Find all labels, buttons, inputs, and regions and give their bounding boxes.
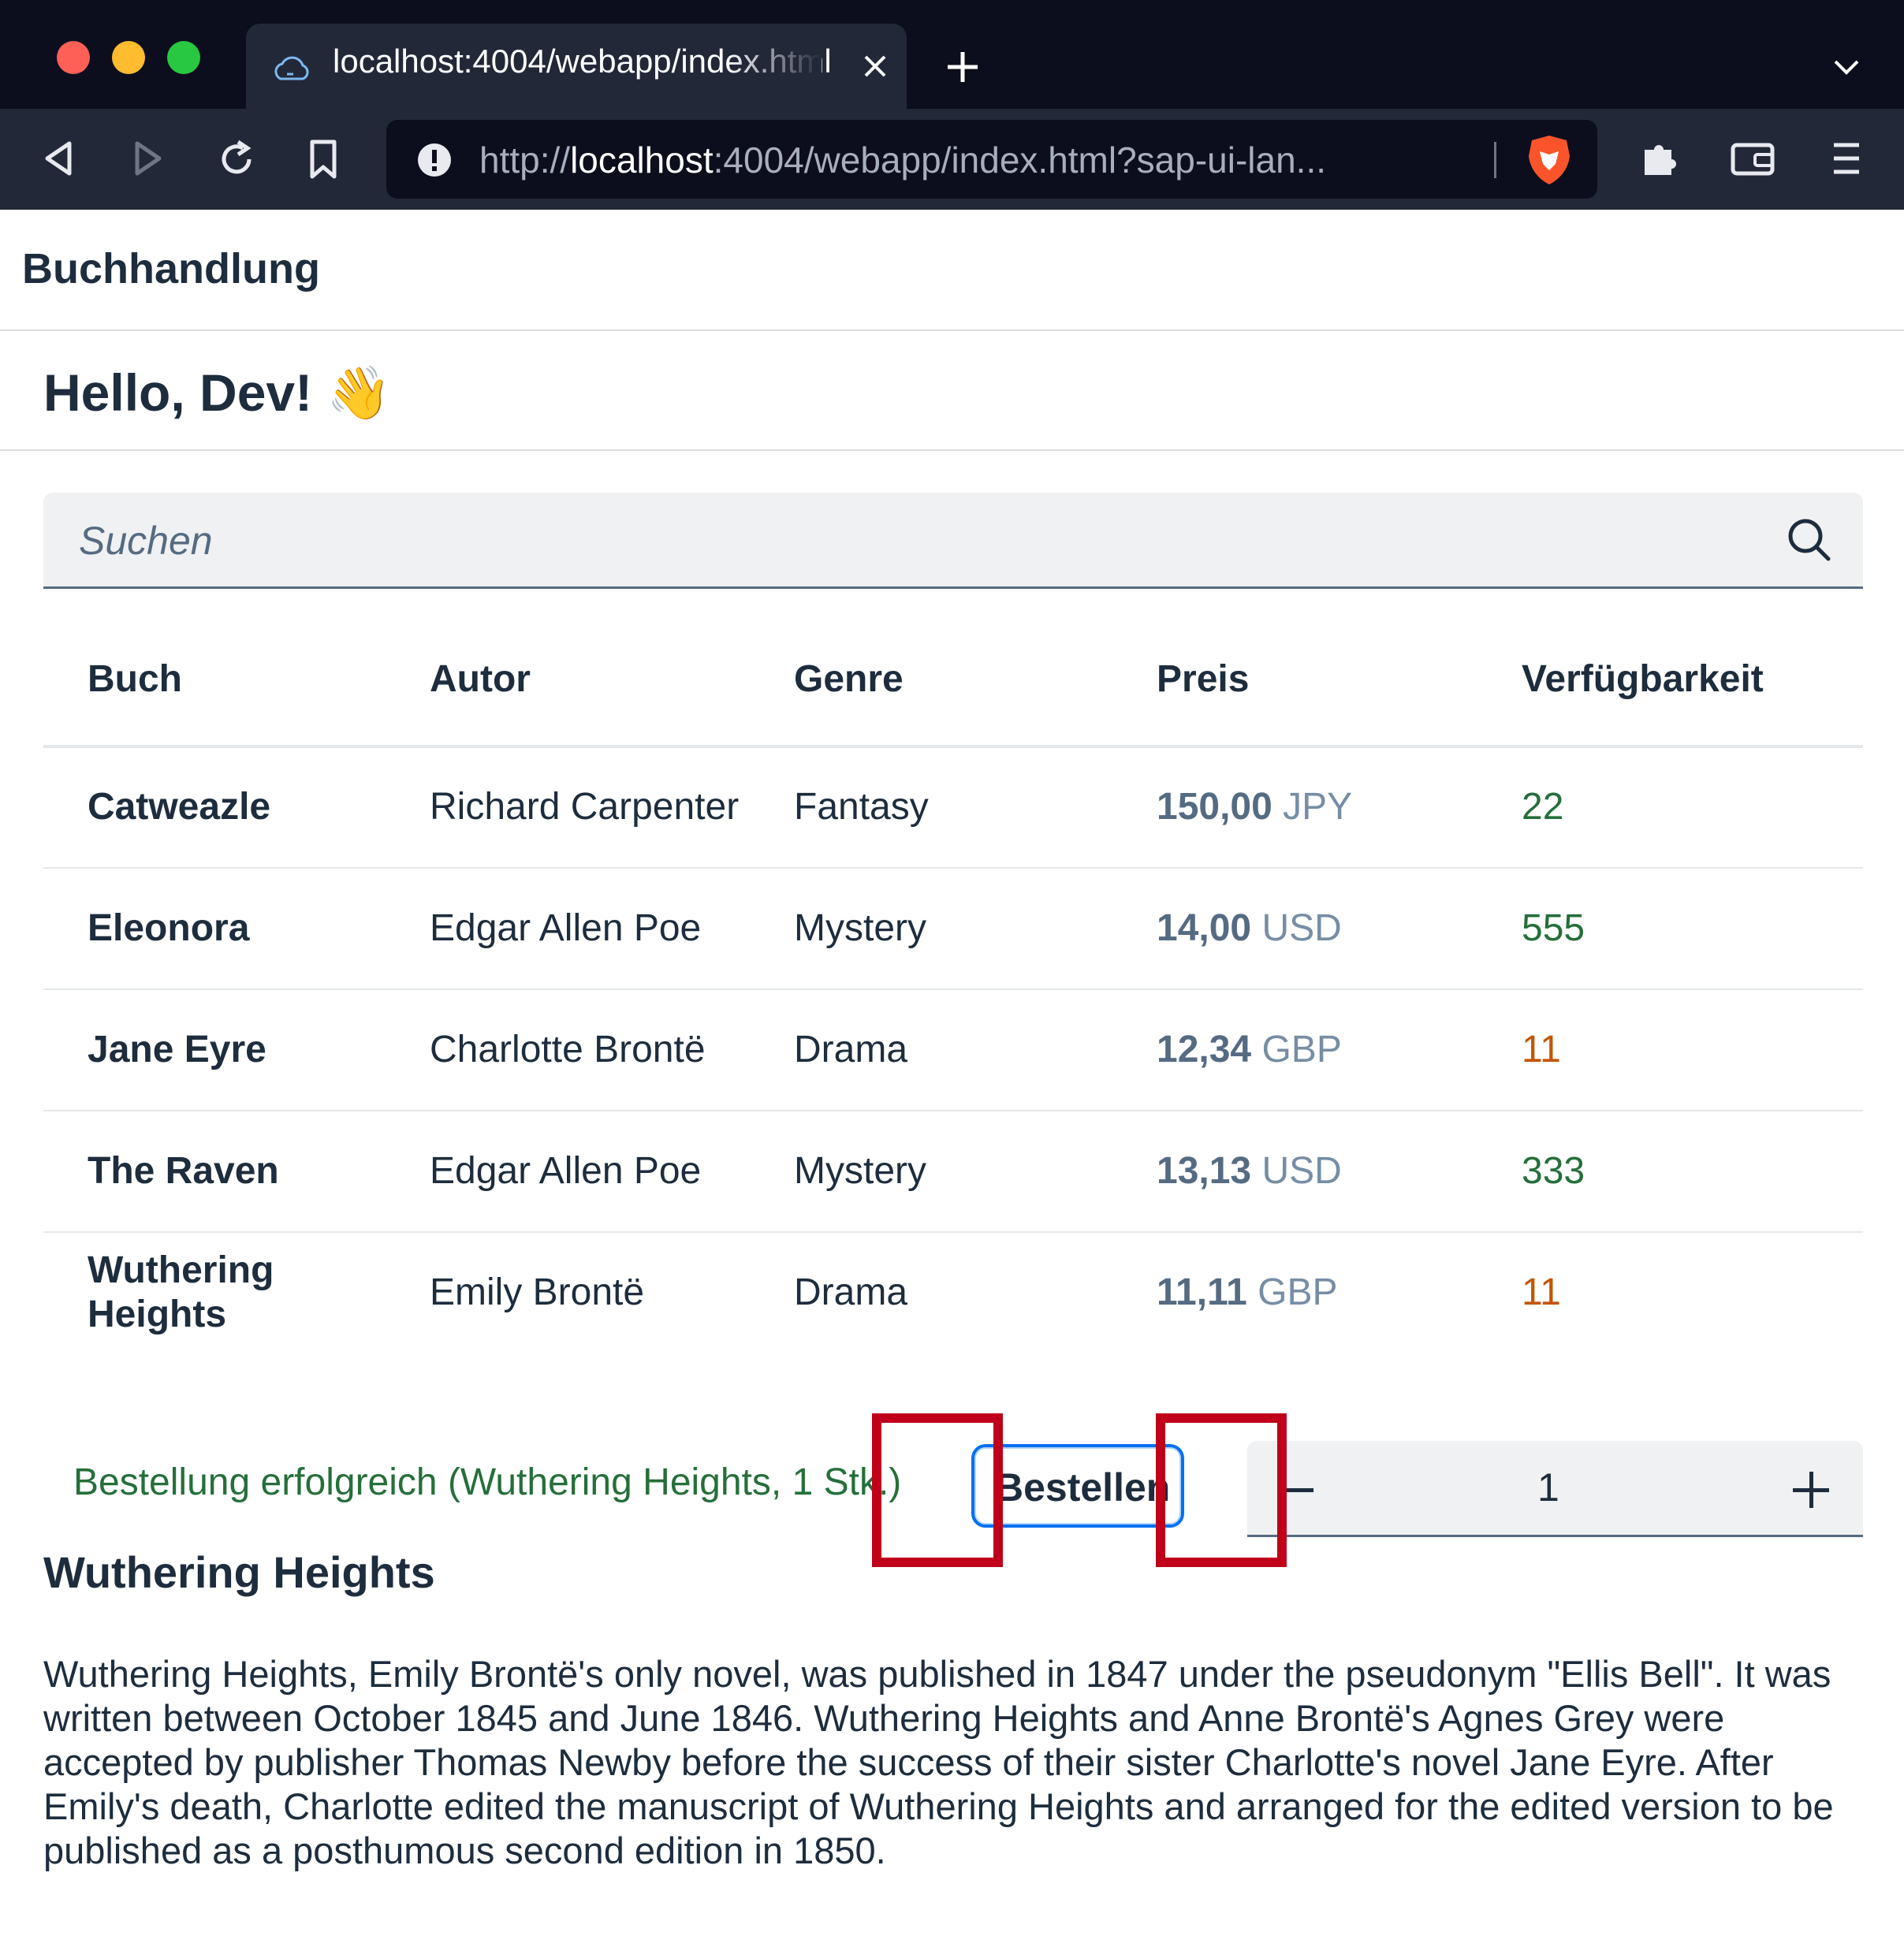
book-author: Richard Carpenter xyxy=(430,786,740,828)
book-title: Catweazle xyxy=(88,786,271,828)
highlight-box xyxy=(1156,1413,1287,1567)
book-author: Charlotte Brontë xyxy=(430,1029,706,1070)
new-tab-icon[interactable] xyxy=(945,49,981,85)
order-button[interactable]: Bestellen xyxy=(971,1444,1184,1528)
search-field[interactable]: Suchen xyxy=(43,493,1863,589)
book-price: 13,13 USD xyxy=(1157,1150,1342,1192)
reload-icon[interactable] xyxy=(214,137,259,181)
column-header-availability[interactable]: Verfügbarkeit xyxy=(1522,657,1764,701)
url-divider xyxy=(1494,142,1496,178)
book-price: 14,00 USD xyxy=(1157,907,1342,949)
book-stock: 11 xyxy=(1522,1029,1561,1070)
column-header-book[interactable]: Buch xyxy=(88,657,182,701)
wallet-icon[interactable] xyxy=(1730,139,1775,178)
book-price: 11,11 GBP xyxy=(1157,1271,1338,1313)
page-title: Hello, Dev! 👋 xyxy=(43,363,392,422)
book-price: 12,34 GBP xyxy=(1157,1029,1342,1070)
book-stock: 22 xyxy=(1522,786,1564,828)
search-icon[interactable] xyxy=(1786,516,1833,564)
browser-window: localhost:4004/webapp/index.html http://… xyxy=(0,0,1904,1947)
maximize-window-button[interactable] xyxy=(167,41,200,74)
app-title: Buchhandlung xyxy=(22,245,320,292)
column-header-genre[interactable]: Genre xyxy=(794,657,904,701)
quantity-value[interactable]: 1 xyxy=(1537,1465,1559,1510)
book-author: Edgar Allen Poe xyxy=(430,1150,702,1192)
table-row[interactable]: The Raven Edgar Allen Poe Mystery 13,13 … xyxy=(43,1111,1863,1233)
search-placeholder: Suchen xyxy=(79,519,213,563)
book-stock: 555 xyxy=(1522,907,1585,949)
book-author: Edgar Allen Poe xyxy=(430,907,702,949)
url-text[interactable]: http://localhost:4004/webapp/index.html?… xyxy=(479,139,1326,181)
book-stock: 333 xyxy=(1522,1150,1585,1192)
book-genre: Mystery xyxy=(794,907,926,949)
minimize-window-button[interactable] xyxy=(112,41,145,74)
cloud-icon xyxy=(274,56,309,80)
book-title: Jane Eyre xyxy=(88,1029,266,1070)
extensions-icon[interactable] xyxy=(1637,136,1681,180)
book-stock: 11 xyxy=(1522,1271,1561,1313)
browser-tab[interactable]: localhost:4004/webapp/index.html xyxy=(246,24,907,110)
header-divider xyxy=(0,449,1904,451)
decrement-icon[interactable] xyxy=(1285,1488,1313,1492)
table-row[interactable]: Catweazle Richard Carpenter Fantasy 150,… xyxy=(43,747,1863,869)
forward-icon[interactable] xyxy=(129,139,166,178)
close-tab-icon[interactable] xyxy=(861,52,889,80)
column-header-author[interactable]: Autor xyxy=(430,657,531,701)
close-window-button[interactable] xyxy=(57,41,90,74)
back-icon[interactable] xyxy=(41,139,77,178)
menu-icon[interactable] xyxy=(1831,140,1862,177)
book-price: 150,00 JPY xyxy=(1157,786,1353,828)
book-genre: Fantasy xyxy=(794,786,929,828)
address-bar[interactable]: http://localhost:4004/webapp/index.html?… xyxy=(386,120,1597,199)
book-genre: Mystery xyxy=(794,1150,926,1192)
browser-tab-bar: localhost:4004/webapp/index.html xyxy=(0,0,1904,110)
book-genre: Drama xyxy=(794,1029,908,1070)
book-title: Eleonora xyxy=(88,907,250,949)
quantity-stepper[interactable]: 1 xyxy=(1247,1441,1863,1537)
book-genre: Drama xyxy=(794,1271,908,1313)
chevron-down-icon[interactable] xyxy=(1831,55,1862,79)
column-header-price[interactable]: Preis xyxy=(1157,657,1249,701)
book-title: Wuthering Heights xyxy=(88,1249,274,1335)
detail-description: Wuthering Heights, Emily Brontë's only n… xyxy=(43,1653,1834,1871)
browser-nav-bar: http://localhost:4004/webapp/index.html?… xyxy=(0,109,1904,210)
highlight-box xyxy=(872,1413,1003,1567)
table-row[interactable]: Wuthering Heights Emily Brontë Drama 11,… xyxy=(43,1233,1863,1354)
table-row[interactable]: Jane Eyre Charlotte Brontë Drama 12,34 G… xyxy=(43,990,1863,1111)
shell-bar: Buchhandlung xyxy=(0,210,1904,331)
site-info-icon[interactable] xyxy=(416,142,453,178)
bookmark-icon[interactable] xyxy=(306,137,341,181)
brave-shield-icon[interactable] xyxy=(1526,134,1573,186)
order-success-message: Bestellung erfolgreich (Wuthering Height… xyxy=(73,1461,902,1503)
table-row[interactable]: Eleonora Edgar Allen Poe Mystery 14,00 U… xyxy=(43,869,1863,990)
book-author: Emily Brontë xyxy=(430,1271,645,1313)
book-title: The Raven xyxy=(88,1150,279,1192)
detail-title: Wuthering Heights xyxy=(43,1547,435,1597)
